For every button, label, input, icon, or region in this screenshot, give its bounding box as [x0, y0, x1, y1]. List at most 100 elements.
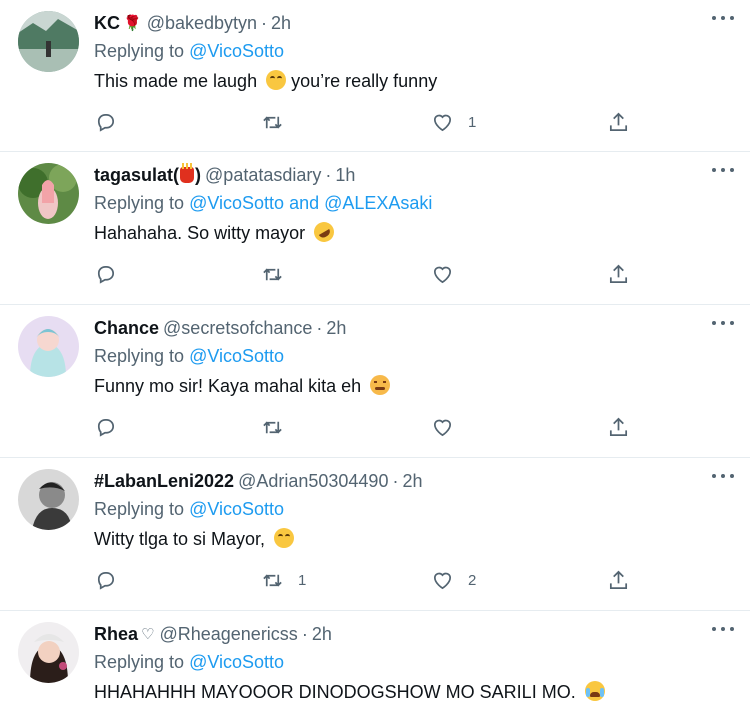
like-count: 1: [468, 113, 477, 131]
user-handle[interactable]: @patatasdiary: [205, 165, 321, 186]
user-handle[interactable]: @bakedbytyn: [147, 13, 257, 34]
tweet-text: Hahahaha. So witty mayor: [94, 218, 734, 246]
mention-link[interactable]: @VicoSotto and @ALEXAsaki: [189, 193, 432, 213]
timestamp[interactable]: 2h: [326, 318, 346, 339]
retweet-button[interactable]: [261, 414, 284, 440]
reply-button[interactable]: [94, 109, 117, 135]
retweet-button[interactable]: 1: [261, 567, 306, 593]
share-icon: [609, 417, 628, 436]
retweet-icon: [263, 420, 282, 434]
more-options-icon[interactable]: [712, 320, 734, 326]
separator: ·: [316, 317, 323, 338]
tweet[interactable]: Rhea ♡ @Rheagenericss · 2h Replying to @…: [0, 611, 750, 721]
share-icon: [609, 112, 628, 131]
avatar[interactable]: [18, 622, 79, 683]
reply-icon: [97, 113, 115, 132]
avatar[interactable]: [18, 316, 79, 377]
mention-link[interactable]: @VicoSotto: [189, 499, 284, 519]
more-options-icon[interactable]: [712, 626, 734, 632]
retweet-icon: [263, 115, 282, 129]
rofl-emoji-icon: [310, 218, 338, 246]
user-handle[interactable]: @Rheagenericss: [159, 624, 297, 645]
like-button[interactable]: 2: [431, 567, 476, 593]
reply-icon: [97, 571, 115, 590]
retweet-icon: [263, 573, 282, 587]
replying-to: Replying to @VicoSotto and @ALEXAsaki: [94, 191, 734, 215]
mention-link[interactable]: @VicoSotto: [189, 346, 284, 366]
timestamp[interactable]: 2h: [312, 624, 332, 645]
retweet-button[interactable]: [261, 109, 284, 135]
timestamp[interactable]: 1h: [335, 165, 355, 186]
tweet-text: Witty tlga to si Mayor,: [94, 527, 734, 551]
avatar[interactable]: [18, 469, 79, 530]
display-name[interactable]: Chance: [94, 318, 159, 339]
more-options-icon[interactable]: [712, 473, 734, 479]
laughing-emoji-icon: [266, 70, 287, 90]
mention-link[interactable]: @VicoSotto: [189, 41, 284, 61]
heart-icon: [433, 114, 452, 131]
user-handle[interactable]: @secretsofchance: [163, 318, 312, 339]
tweet[interactable]: Chance @secretsofchance · 2h Replying to…: [0, 305, 750, 458]
timestamp[interactable]: 2h: [402, 471, 422, 492]
steam-face-emoji-icon: [370, 375, 391, 395]
user-handle[interactable]: @Adrian50304490: [238, 471, 388, 492]
tweet-actions: [94, 414, 640, 440]
heart-icon: [433, 572, 452, 589]
like-button[interactable]: [431, 414, 454, 440]
tweet[interactable]: KC 🌹 @bakedbytyn · 2h Replying to @VicoS…: [0, 0, 750, 152]
replying-to: Replying to @VicoSotto: [94, 497, 734, 521]
tweet-text-part: This made me laugh: [94, 71, 258, 91]
share-button[interactable]: [607, 109, 630, 135]
separator: ·: [392, 470, 399, 491]
tweet-text: This made me laugh you’re really funny: [94, 69, 734, 93]
tweet-text: HHAHAHHH MAYOOOR DINODOGSHOW MO SARILI M…: [94, 680, 734, 704]
reply-button[interactable]: [94, 567, 117, 593]
avatar-image: [18, 469, 79, 530]
laughing-emoji-icon: [274, 528, 295, 548]
display-name-suffix: ): [195, 164, 202, 185]
tweet[interactable]: tagasulat( ) @patatasdiary · 1h Replying…: [0, 152, 750, 305]
display-name[interactable]: Rhea: [94, 624, 138, 645]
share-button[interactable]: [607, 567, 630, 593]
share-icon: [609, 264, 628, 283]
reply-button[interactable]: [94, 414, 117, 440]
tweet-text-part: HHAHAHHH MAYOOOR DINODOGSHOW MO SARILI M…: [94, 682, 576, 702]
replying-to: Replying to @VicoSotto: [94, 650, 734, 674]
share-button[interactable]: [607, 414, 630, 440]
heart-icon: [433, 266, 452, 283]
more-options-icon[interactable]: [712, 167, 734, 173]
like-count: 2: [468, 571, 477, 589]
reply-button[interactable]: [94, 261, 117, 287]
replying-label: Replying to: [94, 193, 185, 213]
display-name[interactable]: KC: [94, 13, 120, 34]
tweet-text-part: Hahahaha. So witty mayor: [94, 223, 306, 243]
tweet-text-part: Witty tlga to si Mayor,: [94, 529, 266, 549]
replying-to: Replying to @VicoSotto: [94, 344, 734, 368]
avatar-image: [18, 163, 79, 224]
heart-outline-emoji: ♡: [141, 626, 155, 643]
like-button[interactable]: 1: [431, 109, 476, 135]
avatar[interactable]: [18, 11, 79, 72]
replying-label: Replying to: [94, 499, 185, 519]
more-options-icon[interactable]: [712, 15, 734, 21]
share-icon: [609, 570, 628, 589]
share-button[interactable]: [607, 261, 630, 287]
tweet[interactable]: #LabanLeni2022 @Adrian50304490 · 2h Repl…: [0, 458, 750, 611]
replying-to: Replying to @VicoSotto: [94, 39, 734, 63]
retweet-count: 1: [298, 571, 307, 589]
mention-link[interactable]: @VicoSotto: [189, 652, 284, 672]
replying-label: Replying to: [94, 41, 185, 61]
retweet-button[interactable]: [261, 261, 284, 287]
tweet-text-part: Funny mo sir! Kaya mahal kita eh: [94, 376, 362, 396]
timestamp[interactable]: 2h: [271, 13, 291, 34]
rose-emoji: 🌹: [123, 15, 142, 32]
tweet-actions: 1 2: [94, 567, 640, 593]
avatar-image: [18, 316, 79, 377]
like-button[interactable]: [431, 261, 454, 287]
tweet-text-part: you’re really funny: [291, 71, 438, 91]
display-name[interactable]: tagasulat(: [94, 165, 179, 186]
tweet-text: Funny mo sir! Kaya mahal kita eh: [94, 374, 734, 398]
display-name[interactable]: #LabanLeni2022: [94, 471, 234, 492]
avatar-image: [18, 11, 79, 72]
avatar[interactable]: [18, 163, 79, 224]
